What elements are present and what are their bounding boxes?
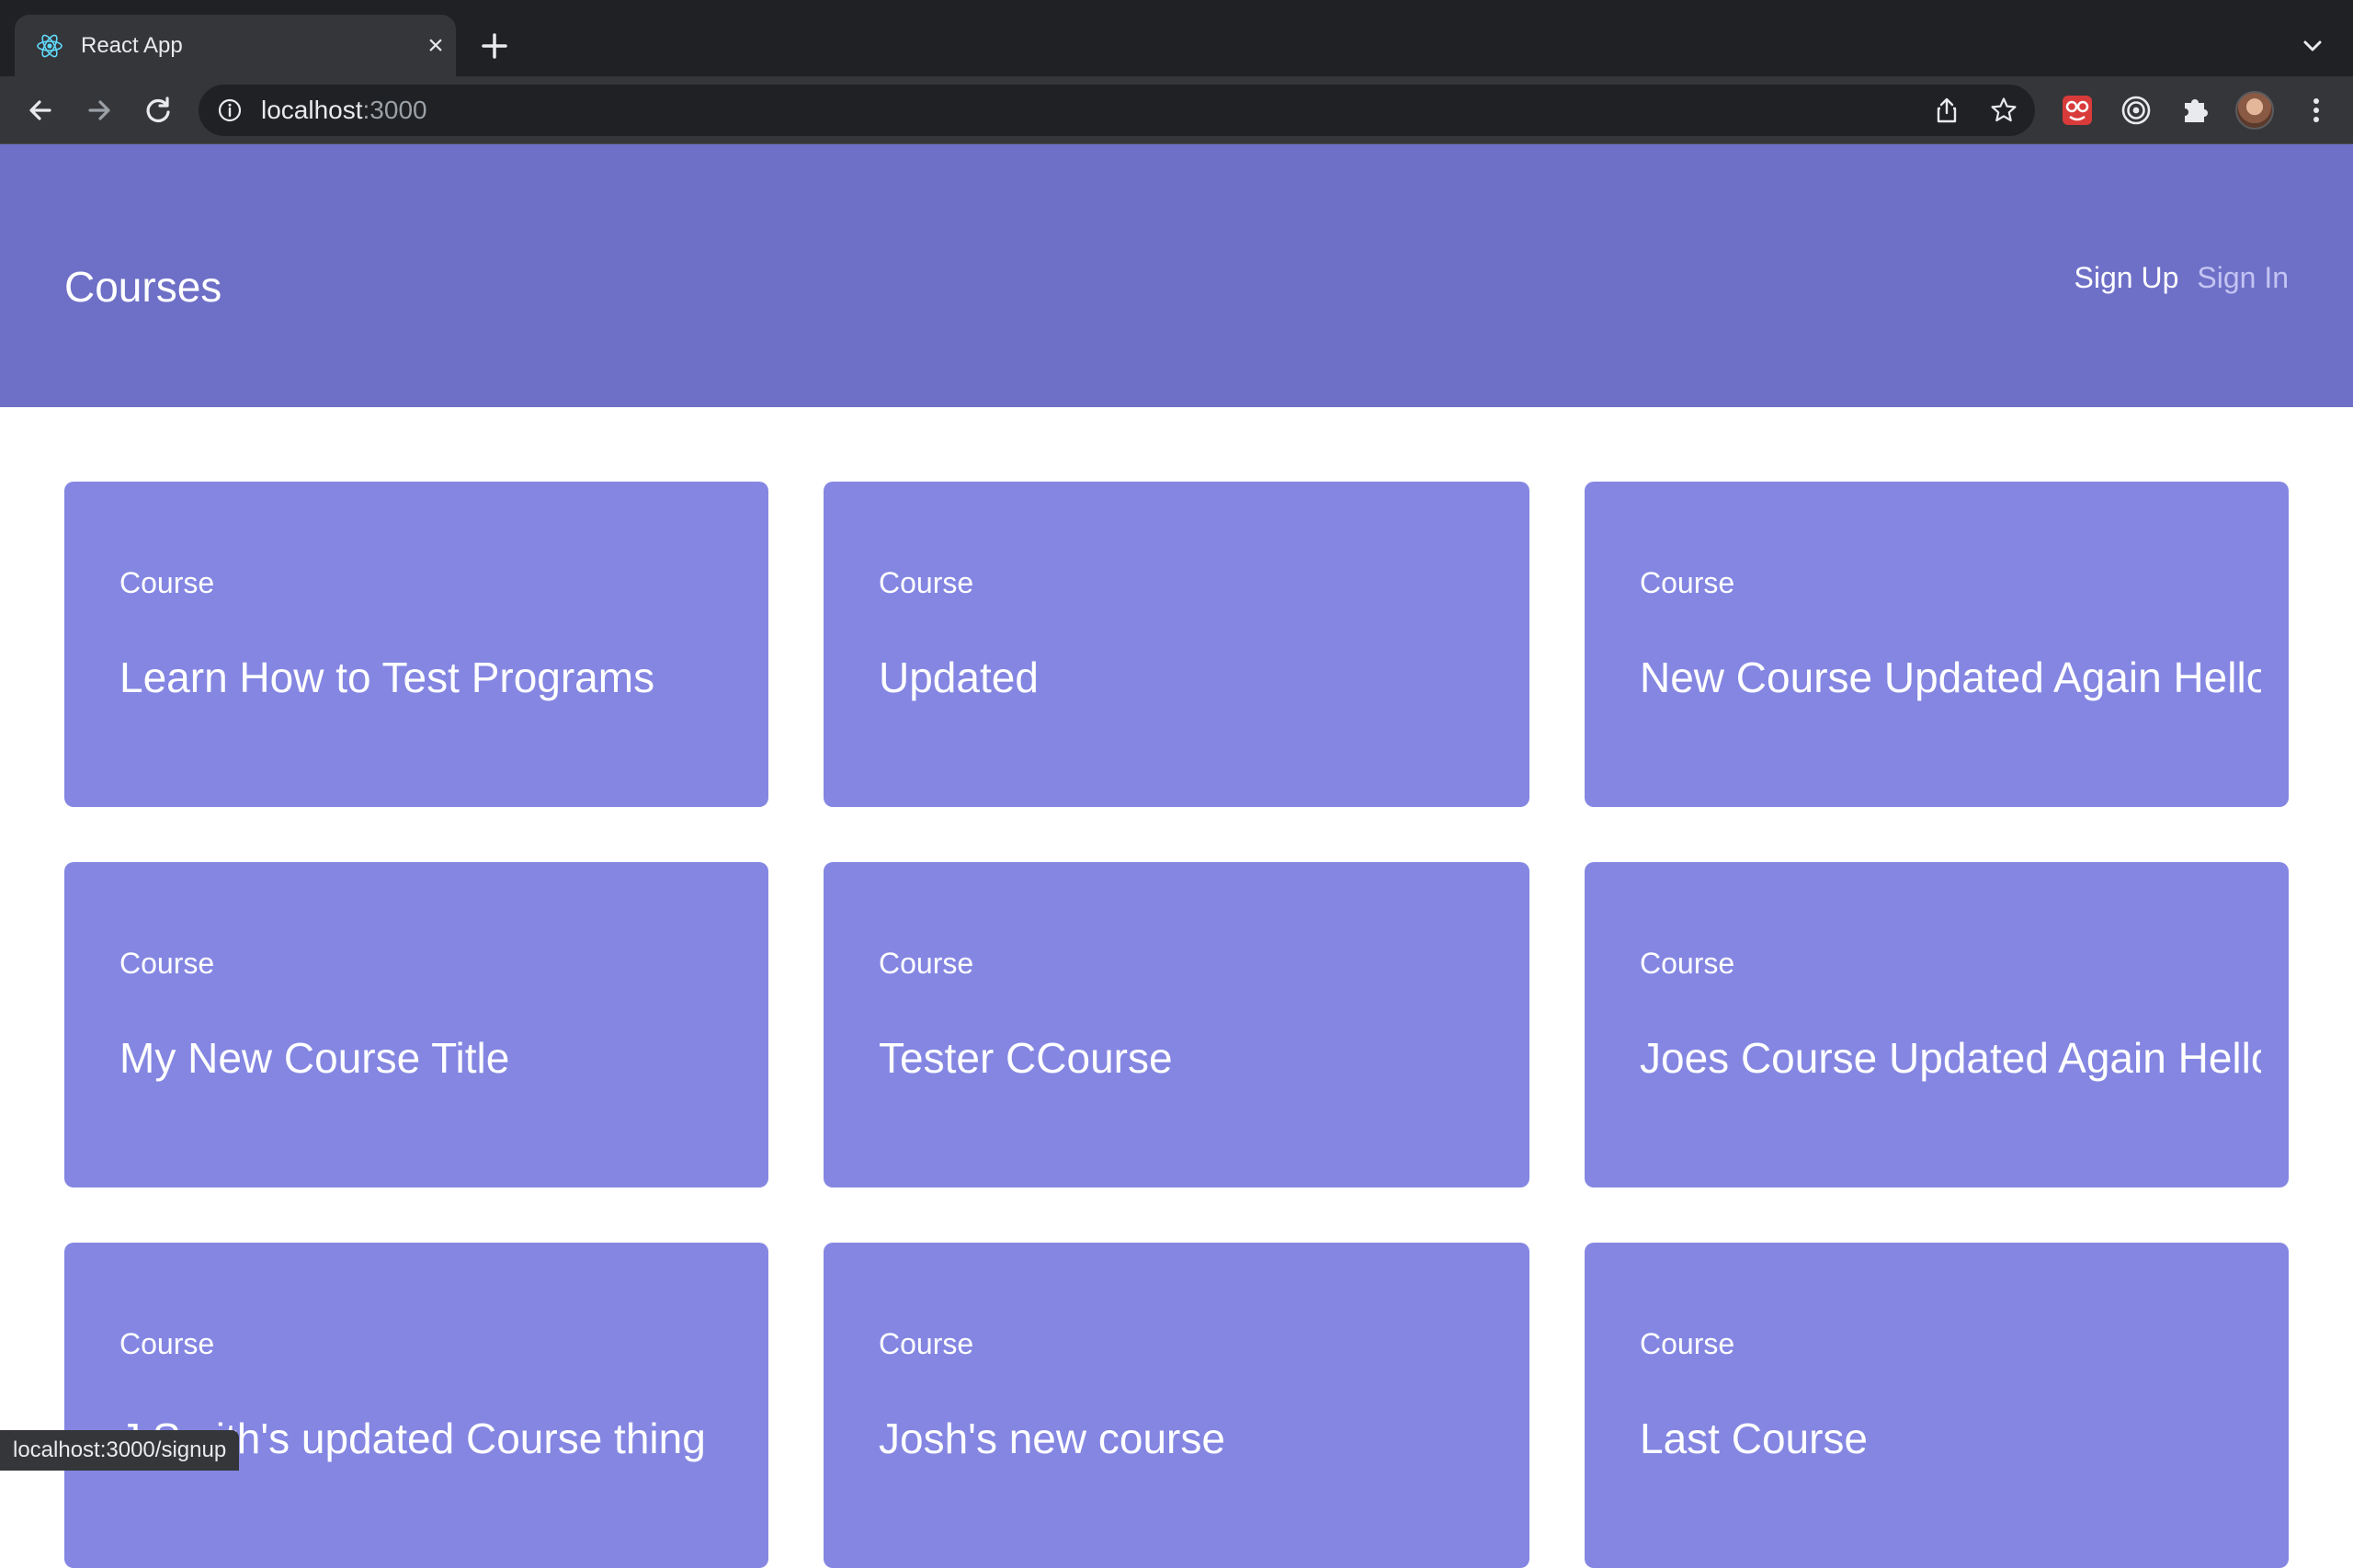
app-header: Courses Sign Up Sign In <box>0 144 2353 407</box>
kebab-menu-icon[interactable] <box>2298 92 2335 129</box>
page-title[interactable]: Courses <box>64 259 222 314</box>
course-label: Course <box>879 566 974 599</box>
arrow-right-icon[interactable] <box>81 92 118 129</box>
signin-link[interactable]: Sign In <box>2197 259 2289 296</box>
course-title: My New Course Title <box>119 1034 510 1082</box>
browser-tabstrip: React App × <box>0 0 2353 76</box>
browser-toolbar: localhost:3000 <box>0 76 2353 144</box>
course-title: Josh's new course <box>879 1415 1225 1462</box>
star-icon[interactable] <box>1989 96 2018 125</box>
share-icon[interactable] <box>1932 96 1961 125</box>
course-title: Last Course <box>1640 1415 1869 1462</box>
course-card[interactable]: Course New Course Updated Again Hello <box>1585 482 2289 807</box>
course-grid: Course Learn How to Test Programs Course… <box>64 482 2289 1568</box>
course-title: New Course Updated Again Hello <box>1640 653 2261 701</box>
auth-nav: Sign Up Sign In <box>2075 259 2289 296</box>
course-title: Updated <box>879 653 1039 701</box>
course-label: Course <box>879 947 974 980</box>
course-card[interactable]: Course J Smith's updated Course thing <box>64 1243 768 1568</box>
course-card[interactable]: Course Last Course <box>1585 1243 2289 1568</box>
extension-icon[interactable] <box>2059 92 2096 129</box>
reload-icon[interactable] <box>140 92 176 129</box>
url-host: localhost <box>261 96 363 124</box>
course-title: Learn How to Test Programs <box>119 653 655 701</box>
tab-title: React App <box>81 33 183 58</box>
chevron-down-icon[interactable] <box>2294 28 2331 64</box>
link-status-bubble: localhost:3000/signup <box>0 1430 240 1471</box>
signup-link[interactable]: Sign Up <box>2075 259 2179 296</box>
course-card[interactable]: Course My New Course Title <box>64 862 768 1187</box>
puzzle-icon[interactable] <box>2177 92 2213 129</box>
plus-icon[interactable] <box>476 28 513 64</box>
course-card[interactable]: Course Joes Course Updated Again Hello <box>1585 862 2289 1187</box>
close-icon[interactable]: × <box>421 31 450 61</box>
course-label: Course <box>119 947 215 980</box>
course-label: Course <box>879 1327 974 1360</box>
address-bar[interactable]: localhost:3000 <box>199 85 2035 136</box>
course-label: Course <box>1640 1327 1735 1360</box>
url-text[interactable]: localhost:3000 <box>261 96 427 125</box>
course-title: Tester CCourse <box>879 1034 1173 1082</box>
course-label: Course <box>1640 566 1735 599</box>
course-label: Course <box>119 1327 215 1360</box>
browser-tab-active[interactable]: React App × <box>15 15 456 76</box>
course-label: Course <box>119 566 215 599</box>
url-port: :3000 <box>362 96 427 124</box>
course-card[interactable]: Course Tester CCourse <box>824 862 1529 1187</box>
target-extension-icon[interactable] <box>2118 92 2154 129</box>
course-card[interactable]: Course Learn How to Test Programs <box>64 482 768 807</box>
course-card[interactable]: Course Updated <box>824 482 1529 807</box>
course-label: Course <box>1640 947 1735 980</box>
avatar[interactable] <box>2235 91 2274 130</box>
info-icon[interactable] <box>217 97 243 123</box>
react-logo-icon <box>37 34 63 58</box>
arrow-left-icon[interactable] <box>22 92 59 129</box>
course-title: Joes Course Updated Again Hello <box>1640 1034 2261 1082</box>
course-card[interactable]: Course Josh's new course <box>824 1243 1529 1568</box>
